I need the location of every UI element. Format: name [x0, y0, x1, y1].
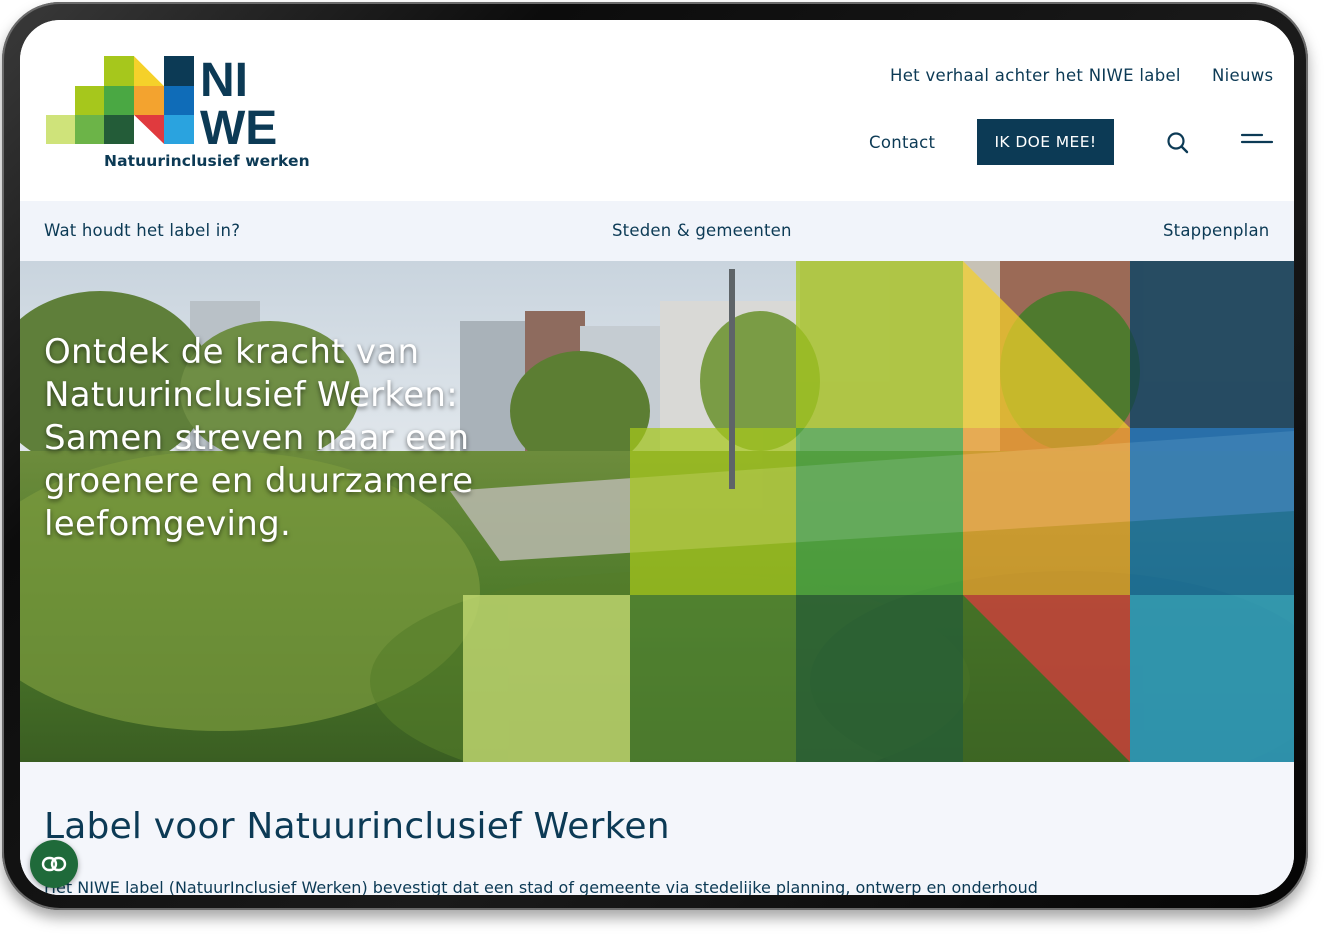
label-subnav: Wat houdt het label in? Steden & gemeent…	[20, 201, 1294, 261]
section-heading: Label voor Natuurinclusief Werken	[44, 806, 670, 847]
svg-text:WE: WE	[200, 102, 277, 155]
subnav-item-roadmap[interactable]: Stappenplan	[1163, 221, 1269, 240]
tablet-frame: NI WE Natuurinclusief werken Het verhaal…	[2, 2, 1308, 910]
subnav-item-cities[interactable]: Steden & gemeenten	[612, 221, 792, 240]
nav-link-contact[interactable]: Contact	[869, 133, 935, 152]
browser-viewport: NI WE Natuurinclusief werken Het verhaal…	[20, 20, 1294, 895]
menu-icon[interactable]	[1240, 132, 1274, 154]
intro-section: Label voor Natuurinclusief Werken Het NI…	[20, 762, 1294, 895]
hero-banner: Ontdek de kracht van Natuurinclusief Wer…	[20, 261, 1294, 762]
search-icon[interactable]	[1166, 131, 1190, 159]
nav-link-story[interactable]: Het verhaal achter het NIWE label	[890, 66, 1181, 85]
nav-link-news[interactable]: Nieuws	[1212, 66, 1273, 85]
logo-tagline: Natuurinclusief werken	[104, 152, 310, 170]
subnav-item-label-info[interactable]: Wat houdt het label in?	[44, 221, 240, 240]
section-intro-text: Het NIWE label (NatuurInclusief Werken) …	[44, 878, 1038, 895]
chat-icon	[41, 856, 67, 872]
chat-widget-button[interactable]	[30, 840, 78, 888]
svg-text:NI: NI	[200, 56, 248, 107]
site-header: NI WE Natuurinclusief werken Het verhaal…	[20, 20, 1294, 201]
join-button[interactable]: IK DOE MEE!	[977, 119, 1114, 165]
hero-title: Ontdek de kracht van Natuurinclusief Wer…	[44, 332, 474, 544]
